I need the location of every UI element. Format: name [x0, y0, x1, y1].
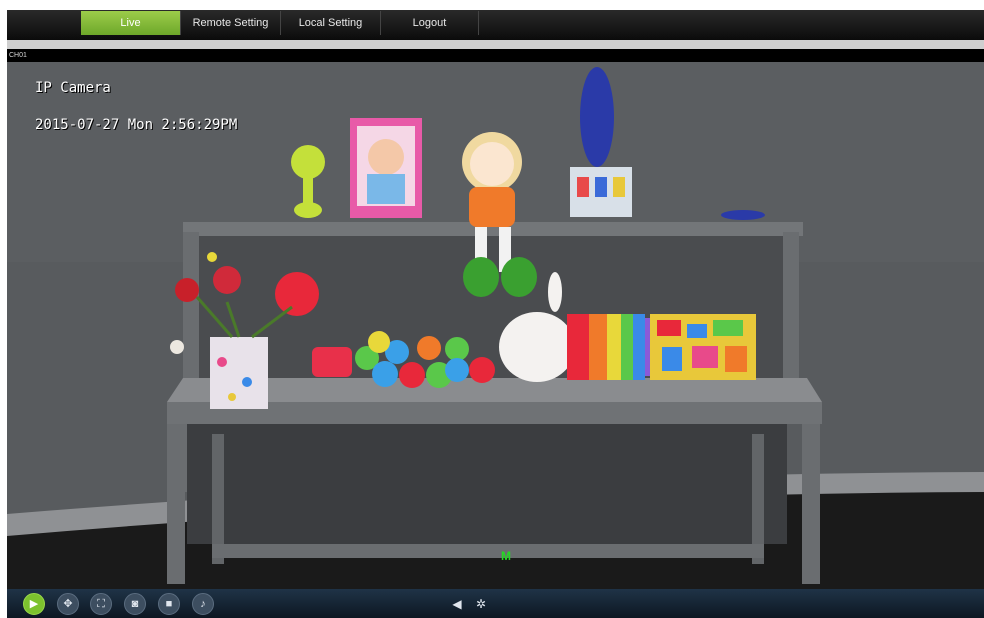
live-view-button[interactable]: ▶	[23, 593, 45, 615]
record-button[interactable]: ■	[158, 593, 180, 615]
fullscreen-button[interactable]: ⛶	[90, 593, 112, 615]
snapshot-icon: ◙	[131, 598, 139, 610]
camera-name-overlay: IP Camera	[35, 80, 111, 96]
settings-button[interactable]: ✲	[473, 596, 489, 612]
channel-label: CH01	[9, 52, 27, 59]
live-view-icon: ▶	[29, 598, 39, 610]
snapshot-button[interactable]: ◙	[124, 593, 146, 615]
separator-bar	[7, 40, 984, 49]
video-frame	[7, 62, 984, 589]
microphone-button[interactable]: ♪	[192, 593, 214, 615]
tab-remote-setting[interactable]: Remote Setting	[181, 11, 281, 35]
video-toolbar: ▶ ✥ ⛶ ◙ ■ ♪ ◀ ✲	[7, 589, 984, 618]
microphone-icon: ♪	[200, 598, 206, 610]
tab-logout[interactable]: Logout	[381, 11, 479, 35]
ptz-control-button[interactable]: ✥	[57, 593, 79, 615]
tab-live[interactable]: Live	[81, 11, 181, 35]
fullscreen-icon: ⛶	[97, 598, 105, 610]
ptz-control-icon: ✥	[63, 598, 73, 610]
record-icon: ■	[165, 598, 173, 610]
volume-button[interactable]: ◀	[449, 596, 465, 612]
timestamp-overlay: 2015-07-27 Mon 2:56:29PM	[35, 117, 238, 133]
channel-bar: CH01	[7, 49, 984, 62]
volume-icon: ◀	[452, 597, 462, 611]
live-video-view[interactable]: IP Camera 2015-07-27 Mon 2:56:29PM M	[7, 62, 984, 589]
top-nav-bar: Live Remote Setting Local Setting Logout	[7, 10, 984, 40]
tab-local-setting[interactable]: Local Setting	[281, 11, 381, 35]
gear-icon: ✲	[475, 597, 487, 611]
motion-indicator: M	[501, 549, 511, 563]
